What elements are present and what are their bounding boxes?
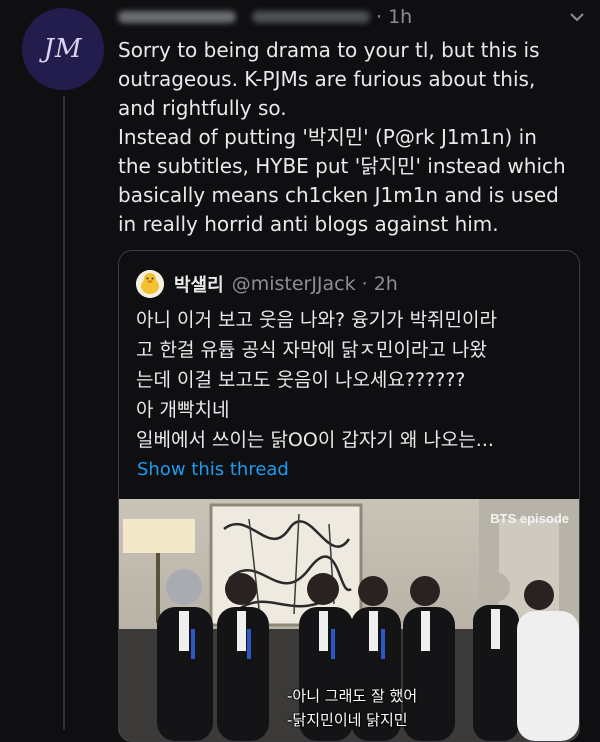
quote-line: 일베에서 쓰이는 닭OO이 갑자기 왜 나오는... (136, 429, 494, 451)
handle-blurred[interactable] (252, 11, 370, 23)
quote-line: 고 한걸 유튭 공식 자막에 닭ㅈ민이라고 나왔 (136, 339, 487, 361)
avatar-initials: JM (43, 34, 83, 64)
tweet-line: Instead of putting '박지민' (P@rk J1m1n) in (118, 125, 537, 149)
tweet-line: outrageous. K-PJMs are furious about thi… (118, 67, 536, 91)
show-thread-link[interactable]: Show this thread (137, 459, 289, 480)
tweet-time[interactable]: · 1h (376, 6, 412, 28)
tweet-line: and rightfully so. (118, 96, 287, 120)
subtitle-line-1: -아니 그래도 잘 했어 (287, 687, 418, 705)
tweet-line: basically means ch1cken J1m1n and is use… (118, 183, 559, 207)
more-icon[interactable] (566, 6, 588, 28)
quoted-tweet[interactable]: 박샐리 @misterJJack · 2h 아니 이거 보고 웃음 나와? 융기… (118, 250, 580, 742)
quote-line: 는데 이걸 보고도 웃음이 나오세요?????? (136, 369, 466, 391)
media-image[interactable]: BTS episode -아니 그래도 잘 했어 -닭지민이네 닭지민 (119, 499, 579, 741)
thread-line (63, 96, 65, 730)
tweet-line: the subtitles, HYBE put '닭지민' instead wh… (118, 154, 566, 178)
quote-display-name[interactable]: 박샐리 (174, 271, 224, 297)
tweet-line: in really horrid anti blogs against him. (118, 212, 499, 236)
tweet-header: · 1h (118, 4, 412, 30)
duck-avatar-icon (136, 270, 164, 298)
quote-avatar[interactable] (136, 270, 164, 298)
avatar[interactable]: JM (22, 8, 104, 90)
quote-header: 박샐리 @misterJJack · 2h (136, 269, 398, 299)
quote-time[interactable]: · 2h (362, 273, 398, 295)
quote-line: 아니 이거 보고 웃음 나와? 융기가 박쥐민이라 (136, 309, 497, 331)
display-name-blurred[interactable] (118, 11, 236, 23)
subtitle-line-2: -닭지민이네 닭지민 (287, 711, 408, 729)
tweet-line: Sorry to being drama to your tl, but thi… (118, 38, 540, 62)
tweet-text: Sorry to being drama to your tl, but thi… (118, 36, 586, 239)
quote-line: 아 개빡치네 (136, 399, 230, 421)
chevron-down-icon (570, 13, 584, 22)
quote-handle[interactable]: @misterJJack (232, 273, 356, 295)
video-label: BTS episode (490, 511, 569, 526)
quote-text: 아니 이거 보고 웃음 나와? 융기가 박쥐민이라 고 한걸 유튭 공식 자막에… (136, 305, 566, 455)
